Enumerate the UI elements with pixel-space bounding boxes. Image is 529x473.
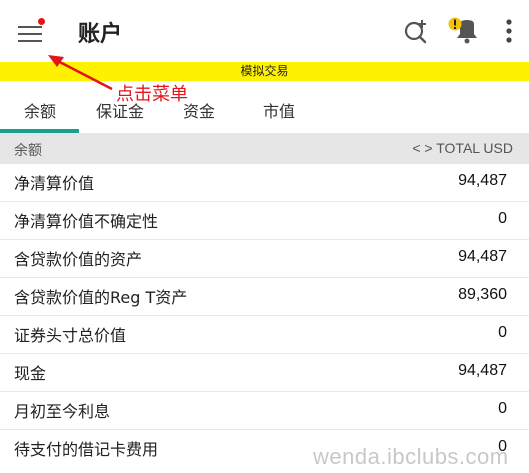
row-label: 含贷款价值的Reg T资产 [14, 288, 188, 307]
section-header: 余额 < > TOTAL USD [0, 133, 529, 164]
list-item: 月初至今利息 0 [0, 392, 529, 430]
row-value: 0 [498, 210, 507, 227]
balance-list: 净清算价值 94,487 净清算价值不确定性 0 含贷款价值的资产 94,487… [0, 164, 529, 467]
row-value: 89,360 [458, 286, 507, 303]
list-item: 现金 94,487 [0, 354, 529, 392]
row-value: 0 [498, 324, 507, 341]
row-label: 待支付的借记卡费用 [14, 440, 159, 459]
list-item: 含贷款价值的Reg T资产 89,360 [0, 278, 529, 316]
row-label: 净清算价值 [14, 174, 95, 193]
row-label: 月初至今利息 [14, 402, 111, 421]
watermark: wenda.ibclubs.com [313, 444, 509, 469]
list-item: 证券头寸总价值 0 [0, 316, 529, 354]
currency-toggle[interactable]: < > TOTAL USD [412, 140, 513, 156]
row-label: 现金 [14, 364, 47, 383]
annotation-text: 点击菜单 [116, 84, 188, 105]
row-value: 94,487 [458, 362, 507, 379]
row-label: 含贷款价值的资产 [14, 250, 143, 269]
annotation-arrow-icon [48, 55, 113, 91]
list-item: 含贷款价值的资产 94,487 [0, 240, 529, 278]
section-label: 余额 [14, 143, 42, 159]
row-value: 94,487 [458, 248, 507, 265]
list-item: 净清算价值 94,487 [0, 164, 529, 202]
row-value: 94,487 [458, 172, 507, 189]
row-label: 证券头寸总价值 [14, 326, 127, 345]
list-item: 净清算价值不确定性 0 [0, 202, 529, 240]
row-label: 净清算价值不确定性 [14, 212, 159, 231]
row-value: 0 [498, 400, 507, 417]
